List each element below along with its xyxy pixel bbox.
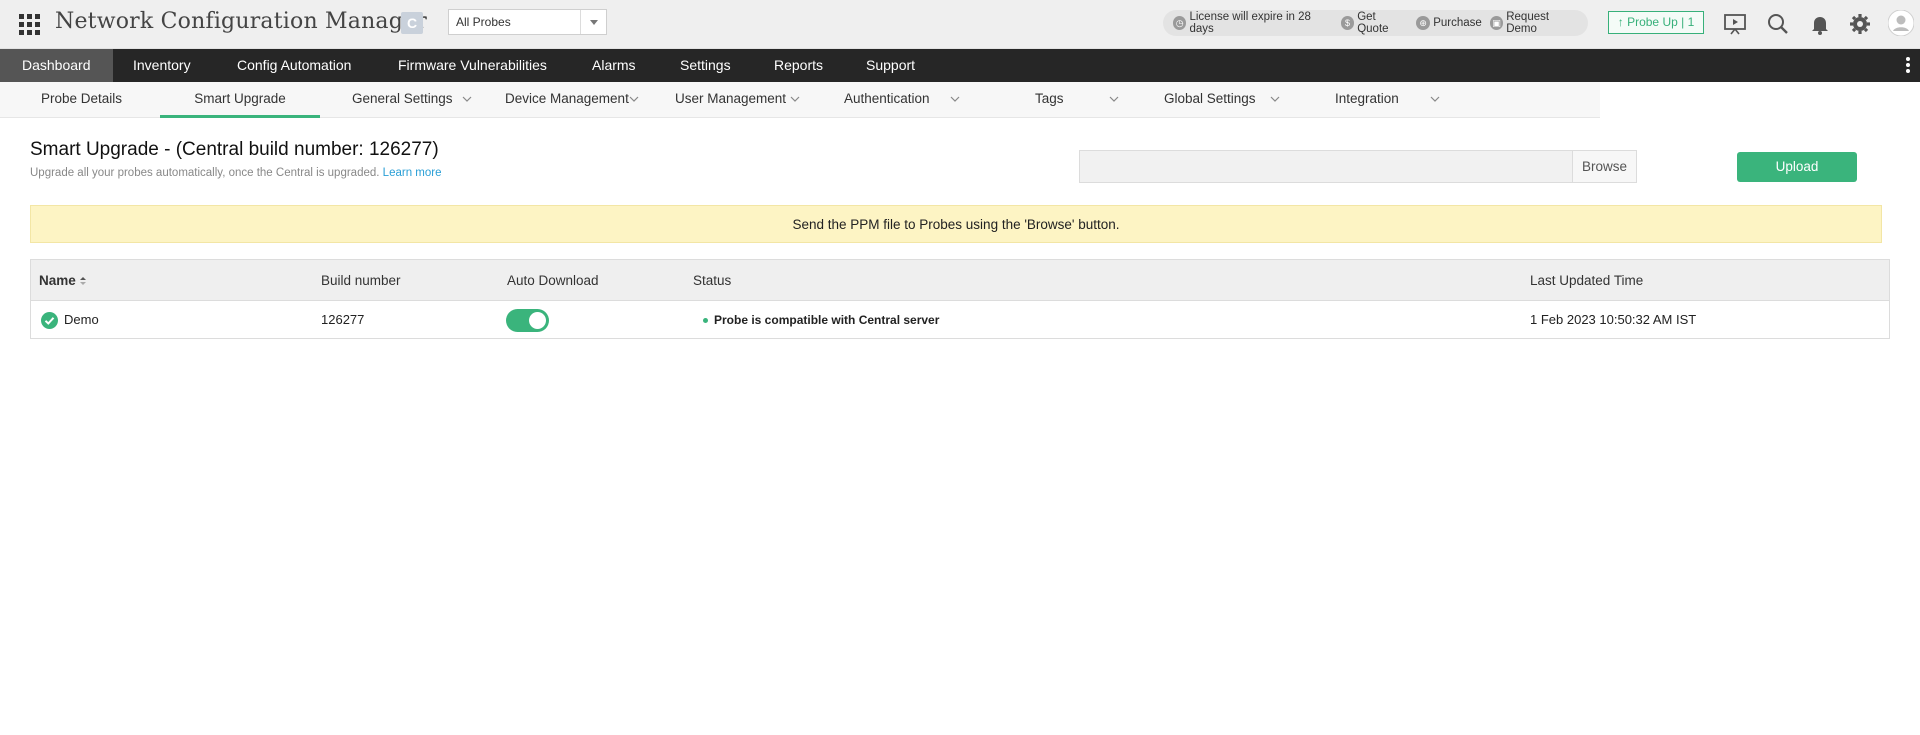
request-demo-link[interactable]: ▣ Request Demo bbox=[1489, 11, 1580, 35]
chevron-down-icon[interactable] bbox=[1109, 94, 1119, 104]
toggle-knob bbox=[529, 312, 546, 329]
avatar-icon[interactable] bbox=[1888, 10, 1914, 36]
get-quote-link[interactable]: $ Get Quote bbox=[1340, 11, 1408, 35]
more-options-icon[interactable] bbox=[1906, 57, 1912, 75]
column-header-auto-download[interactable]: Auto Download bbox=[507, 260, 599, 301]
tab-integration[interactable]: Integration bbox=[1335, 82, 1399, 118]
tab-user-management[interactable]: User Management bbox=[675, 82, 786, 118]
check-circle-icon bbox=[41, 312, 58, 329]
tab-tags[interactable]: Tags bbox=[1035, 82, 1064, 118]
nav-settings[interactable]: Settings bbox=[658, 49, 753, 82]
clock-icon: ◷ bbox=[1173, 16, 1187, 30]
presentation-icon[interactable] bbox=[1723, 12, 1747, 36]
column-header-status[interactable]: Status bbox=[693, 260, 731, 301]
tab-smart-upgrade[interactable]: Smart Upgrade bbox=[160, 82, 320, 118]
chevron-down-icon[interactable] bbox=[580, 10, 606, 34]
sort-ascending-icon[interactable] bbox=[79, 276, 87, 286]
chevron-down-icon[interactable] bbox=[462, 94, 472, 104]
nav-config-automation[interactable]: Config Automation bbox=[215, 49, 373, 82]
upload-button[interactable]: Upload bbox=[1737, 152, 1857, 182]
column-header-name-label: Name bbox=[39, 273, 76, 288]
tab-device-management[interactable]: Device Management bbox=[505, 82, 629, 118]
cart-icon: ⊕ bbox=[1416, 16, 1431, 30]
probe-select-value: All Probes bbox=[456, 15, 511, 29]
chevron-down-icon[interactable] bbox=[1430, 94, 1440, 104]
top-header: Network Configuration Manager C All Prob… bbox=[0, 0, 1920, 49]
column-header-build-number[interactable]: Build number bbox=[321, 260, 401, 301]
table-row[interactable]: Demo 126277 Probe is compatible with Cen… bbox=[31, 301, 1889, 339]
nav-alarms[interactable]: Alarms bbox=[570, 49, 658, 82]
nav-dashboard[interactable]: Dashboard bbox=[0, 49, 113, 82]
table-header: Name Build number Auto Download Status L… bbox=[31, 260, 1889, 301]
page-subtitle: Upgrade all your probes automatically, o… bbox=[30, 167, 441, 179]
license-expiry[interactable]: ◷ License will expire in 28 days bbox=[1173, 11, 1333, 35]
learn-more-link[interactable]: Learn more bbox=[383, 167, 442, 179]
row-build-number: 126277 bbox=[321, 312, 365, 327]
row-last-updated: 1 Feb 2023 10:50:32 AM IST bbox=[1530, 312, 1697, 327]
app-title: Network Configuration Manager bbox=[55, 9, 427, 34]
row-status: Probe is compatible with Central server bbox=[714, 313, 940, 327]
demo-icon: ▣ bbox=[1489, 16, 1504, 30]
get-quote-label: Get Quote bbox=[1357, 11, 1389, 35]
page-subtitle-text: Upgrade all your probes automatically, o… bbox=[30, 167, 380, 179]
search-icon[interactable] bbox=[1766, 12, 1790, 36]
license-bar: ◷ License will expire in 28 days $ Get Q… bbox=[1163, 10, 1588, 36]
row-name: Demo bbox=[64, 312, 99, 327]
page-title: Smart Upgrade - (Central build number: 1… bbox=[30, 139, 439, 160]
column-header-last-updated[interactable]: Last Updated Time bbox=[1530, 260, 1643, 301]
purchase-link[interactable]: ⊕ Purchase bbox=[1416, 16, 1482, 30]
nav-reports[interactable]: Reports bbox=[752, 49, 845, 82]
nav-firmware-vulnerabilities[interactable]: Firmware Vulnerabilities bbox=[376, 49, 569, 82]
tab-probe-details[interactable]: Probe Details bbox=[41, 82, 122, 118]
purchase-label: Purchase bbox=[1433, 17, 1482, 29]
browse-button[interactable]: Browse bbox=[1573, 150, 1637, 183]
license-expiry-label: License will expire in 28 days bbox=[1189, 11, 1311, 35]
probe-select[interactable]: All Probes bbox=[448, 9, 607, 35]
chevron-down-icon[interactable] bbox=[629, 94, 639, 104]
bell-icon[interactable] bbox=[1808, 12, 1832, 36]
edition-badge: C bbox=[401, 12, 423, 34]
nav-support[interactable]: Support bbox=[844, 49, 937, 82]
tab-authentication[interactable]: Authentication bbox=[844, 82, 930, 118]
status-dot-icon bbox=[703, 318, 708, 323]
tab-general-settings[interactable]: General Settings bbox=[352, 82, 453, 118]
chevron-down-icon[interactable] bbox=[1270, 94, 1280, 104]
app-grid-icon[interactable] bbox=[19, 14, 40, 35]
chevron-down-icon[interactable] bbox=[790, 94, 800, 104]
file-path-input[interactable] bbox=[1079, 150, 1573, 183]
nav-inventory[interactable]: Inventory bbox=[111, 49, 213, 82]
chevron-down-icon[interactable] bbox=[950, 94, 960, 104]
dollar-icon: $ bbox=[1340, 16, 1355, 30]
auto-download-toggle[interactable] bbox=[506, 309, 549, 332]
probe-up-button[interactable]: ↑ Probe Up | 1 bbox=[1608, 11, 1704, 34]
probes-table: Name Build number Auto Download Status L… bbox=[30, 259, 1890, 339]
tab-global-settings[interactable]: Global Settings bbox=[1164, 82, 1256, 118]
sub-nav: Probe Details Smart Upgrade General Sett… bbox=[0, 82, 1600, 118]
info-banner: Send the PPM file to Probes using the 'B… bbox=[30, 205, 1882, 243]
gear-icon[interactable] bbox=[1848, 12, 1872, 36]
column-header-name[interactable]: Name bbox=[39, 260, 87, 301]
main-nav: Dashboard Inventory Config Automation Fi… bbox=[0, 49, 1920, 82]
request-demo-label: Request Demo bbox=[1506, 11, 1550, 35]
